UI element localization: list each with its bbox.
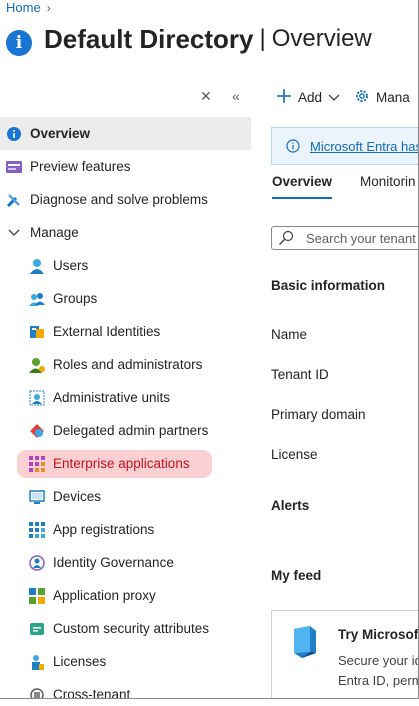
- feed-card-line: Entra ID, perm: [338, 673, 419, 688]
- sidebar-item-application-proxy[interactable]: Application proxy: [0, 579, 251, 612]
- title-separator: |: [259, 25, 266, 52]
- collapse-sidebar-icon[interactable]: «: [232, 88, 240, 104]
- sidebar-item-enterprise-applications[interactable]: Enterprise applications: [0, 447, 251, 480]
- sidebar-item-groups[interactable]: Groups: [0, 282, 251, 315]
- info-banner: Microsoft Entra has: [271, 127, 418, 165]
- manage-button[interactable]: Mana: [354, 88, 410, 107]
- search-input[interactable]: Search your tenant: [271, 226, 418, 250]
- sidebar-item-overview[interactable]: Overview: [0, 117, 251, 150]
- sidebar-item-licenses[interactable]: Licenses: [0, 645, 251, 678]
- sidebar-item-label: Manage: [30, 225, 79, 240]
- feed-card-body: Secure your id Entra ID, perm: [338, 651, 419, 691]
- sidebar-item-label: Roles and administrators: [53, 357, 203, 372]
- tab-monitoring[interactable]: Monitorin: [360, 174, 416, 199]
- primary-domain-label: Primary domain: [271, 407, 366, 422]
- banner-link[interactable]: Microsoft Entra has: [310, 139, 418, 154]
- user-icon: [29, 258, 45, 274]
- info-icon: i: [6, 30, 32, 56]
- page-title: Default Directory: [44, 23, 254, 54]
- preview-features-icon: [6, 159, 22, 175]
- sidebar-item-custom-security-attributes[interactable]: Custom security attributes: [0, 612, 251, 645]
- sidebar-item-label: Identity Governance: [53, 555, 174, 570]
- search-icon: [278, 230, 294, 246]
- breadcrumb-home-link[interactable]: Home: [6, 0, 41, 15]
- add-button[interactable]: Add: [276, 88, 340, 107]
- sidebar-item-label: Delegated admin partners: [53, 423, 209, 438]
- chevron-down-icon: [328, 90, 340, 105]
- sidebar-item-delegated-admin[interactable]: Delegated admin partners: [0, 414, 251, 447]
- sidebar-item-identity-governance[interactable]: Identity Governance: [0, 546, 251, 579]
- sidebar-item-roles[interactable]: Roles and administrators: [0, 348, 251, 381]
- devices-icon: [29, 489, 45, 505]
- gear-icon: [354, 88, 370, 107]
- sidebar-item-label: App registrations: [53, 522, 155, 537]
- breadcrumb: Home ›: [6, 0, 51, 15]
- add-button-label: Add: [298, 90, 323, 105]
- info-icon: [6, 126, 22, 142]
- sidebar-item-label: External Identities: [53, 324, 161, 339]
- sidebar-item-label: Overview: [30, 126, 91, 141]
- sidebar-item-external-identities[interactable]: External Identities: [0, 315, 251, 348]
- close-icon[interactable]: ✕: [200, 88, 212, 105]
- roles-icon: [29, 357, 45, 373]
- sidebar-group-manage[interactable]: Manage: [0, 216, 251, 249]
- page-subtitle: Overview: [271, 25, 372, 52]
- name-label: Name: [271, 327, 308, 342]
- sidebar-item-label: Enterprise applications: [53, 456, 190, 471]
- entra-logo-icon: [290, 625, 320, 664]
- sidebar-item-devices[interactable]: Devices: [0, 480, 251, 513]
- sidebar-item-label: Application proxy: [53, 588, 156, 603]
- wrench-icon: [6, 192, 22, 208]
- search-placeholder: Search your tenant: [306, 230, 416, 246]
- info-circle-icon: [286, 139, 300, 153]
- application-proxy-icon: [29, 587, 45, 604]
- plus-icon: [276, 88, 292, 107]
- sidebar-item-label: Custom security attributes: [53, 621, 210, 636]
- tenant-id-label: Tenant ID: [271, 367, 329, 382]
- enterprise-apps-icon: [29, 455, 45, 472]
- identity-governance-icon: [29, 554, 45, 571]
- alerts-heading: Alerts: [271, 498, 310, 513]
- sidebar-item-users[interactable]: Users: [0, 249, 251, 282]
- sidebar-item-label: Cross-tenant: [53, 687, 131, 699]
- feed-card-title: Try Microsoft: [338, 627, 419, 642]
- sidebar-item-label: Devices: [53, 489, 102, 504]
- external-identities-icon: [29, 324, 45, 340]
- sidebar-item-label: Diagnose and solve problems: [30, 192, 208, 207]
- sidebar-item-label: Administrative units: [53, 390, 171, 405]
- manage-button-label: Mana: [376, 90, 410, 105]
- sidebar-item-cross-tenant[interactable]: Cross-tenant: [0, 678, 251, 699]
- sidebar-item-label: Preview features: [30, 159, 131, 174]
- sidebar-item-label: Users: [53, 258, 89, 273]
- groups-icon: [29, 291, 45, 307]
- page-header: i Default Directory | Overview: [6, 22, 372, 56]
- sidebar-item-preview-features[interactable]: Preview features: [0, 150, 251, 183]
- sidebar-item-administrative-units[interactable]: Administrative units: [0, 381, 251, 414]
- portal-frame: Home › i Default Directory | Overview ✕ …: [0, 0, 419, 699]
- feed-card[interactable]: Try Microsoft Secure your id Entra ID, p…: [271, 610, 419, 698]
- tab-overview[interactable]: Overview: [272, 174, 333, 199]
- license-label: License: [271, 447, 318, 462]
- admin-units-icon: [29, 390, 45, 406]
- chevron-right-icon: ›: [46, 0, 51, 15]
- sidebar: Overview Preview features Diagnose and s…: [0, 117, 251, 699]
- sidebar-item-label: Licenses: [53, 654, 107, 669]
- tab-strip: Overview Monitorin: [272, 174, 416, 199]
- licenses-icon: [29, 654, 45, 670]
- app-registrations-icon: [29, 521, 45, 538]
- feed-card-line: Secure your id: [338, 653, 419, 668]
- sidebar-item-label: Groups: [53, 291, 98, 306]
- my-feed-heading: My feed: [271, 568, 322, 583]
- basic-information-heading: Basic information: [271, 278, 386, 293]
- sidebar-item-app-registrations[interactable]: App registrations: [0, 513, 251, 546]
- custom-security-icon: [29, 621, 45, 637]
- delegated-admin-icon: [29, 423, 45, 439]
- sidebar-item-diagnose[interactable]: Diagnose and solve problems: [0, 183, 251, 216]
- command-bar: Add Mana: [276, 88, 410, 107]
- chevron-down-icon: [6, 225, 22, 241]
- cross-tenant-icon: [29, 687, 45, 698]
